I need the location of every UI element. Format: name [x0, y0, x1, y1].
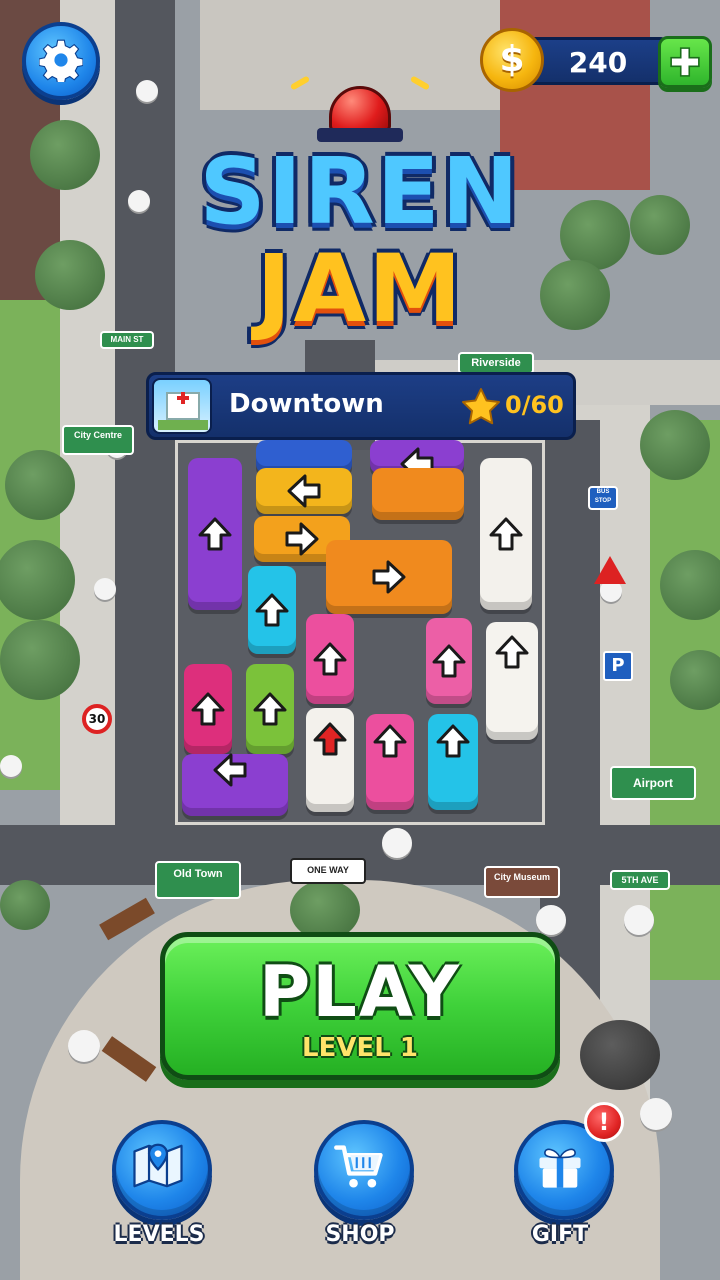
game-logo: SIREN JAM [160, 75, 560, 360]
logo-line-1: SIREN [199, 138, 521, 245]
gift-button[interactable]: ! [514, 1102, 624, 1220]
van-orange[interactable] [326, 540, 452, 614]
cart-icon [334, 1145, 383, 1188]
plus-icon [670, 47, 700, 77]
star-progress: 0/60 [505, 391, 564, 419]
arrow-up-red-icon [313, 722, 347, 756]
arrow-up-icon [253, 692, 287, 726]
arrow-up-icon [436, 724, 470, 758]
gift-icon [539, 1148, 581, 1188]
play-button[interactable]: PLAY LEVEL 1 [160, 932, 560, 1080]
car-green[interactable] [246, 664, 294, 754]
van-purple[interactable] [182, 753, 288, 816]
ambulance[interactable] [306, 708, 354, 812]
gear-icon [39, 39, 83, 82]
settings-button[interactable] [22, 22, 100, 100]
bus-purple[interactable] [188, 458, 242, 610]
shop-button[interactable] [314, 1120, 414, 1220]
shop-label: SHOP [325, 1222, 395, 1247]
arrow-left-icon [287, 474, 321, 508]
levels-button[interactable] [112, 1120, 212, 1220]
arrow-up-icon [255, 593, 289, 627]
arrow-up-icon [313, 642, 347, 676]
arrow-up-icon [495, 635, 529, 668]
car-magenta[interactable] [184, 664, 232, 754]
truck-orange-top[interactable] [372, 468, 464, 520]
gift-label: GIFT [531, 1222, 589, 1247]
van-white[interactable] [486, 622, 538, 740]
coin-value: 240 [568, 46, 628, 79]
arrow-up-icon [432, 644, 466, 678]
location-banner: Downtown 0/60 [146, 372, 576, 440]
play-label: PLAY [258, 951, 462, 1033]
siren-icon [317, 80, 403, 142]
gift-notification-badge: ! [584, 1102, 624, 1142]
car-pink-striped[interactable] [426, 618, 472, 704]
arrow-up-icon [373, 724, 407, 758]
star-icon [462, 388, 500, 425]
car-cyan-bottom[interactable] [428, 714, 478, 810]
location-thumbnail [152, 378, 212, 434]
arrow-up-icon [191, 692, 225, 726]
logo-line-2: JAM [256, 235, 464, 344]
play-level-label: LEVEL 1 [302, 1033, 418, 1063]
car-pink-bottom[interactable] [366, 714, 414, 810]
location-name: Downtown [229, 389, 384, 419]
arrow-left-icon [213, 753, 247, 786]
arrow-up-icon [198, 517, 232, 551]
bus-white[interactable] [480, 458, 532, 610]
map-icon [133, 1143, 183, 1188]
car-pink-mid[interactable] [306, 614, 354, 704]
levels-label: LEVELS [113, 1222, 205, 1247]
arrow-right-icon [372, 560, 406, 594]
car-yellow[interactable] [256, 468, 352, 514]
add-coins-button[interactable] [658, 36, 712, 88]
arrow-right-icon [285, 522, 319, 556]
car-cyan-top[interactable] [248, 566, 296, 654]
arrow-up-icon [489, 517, 523, 551]
